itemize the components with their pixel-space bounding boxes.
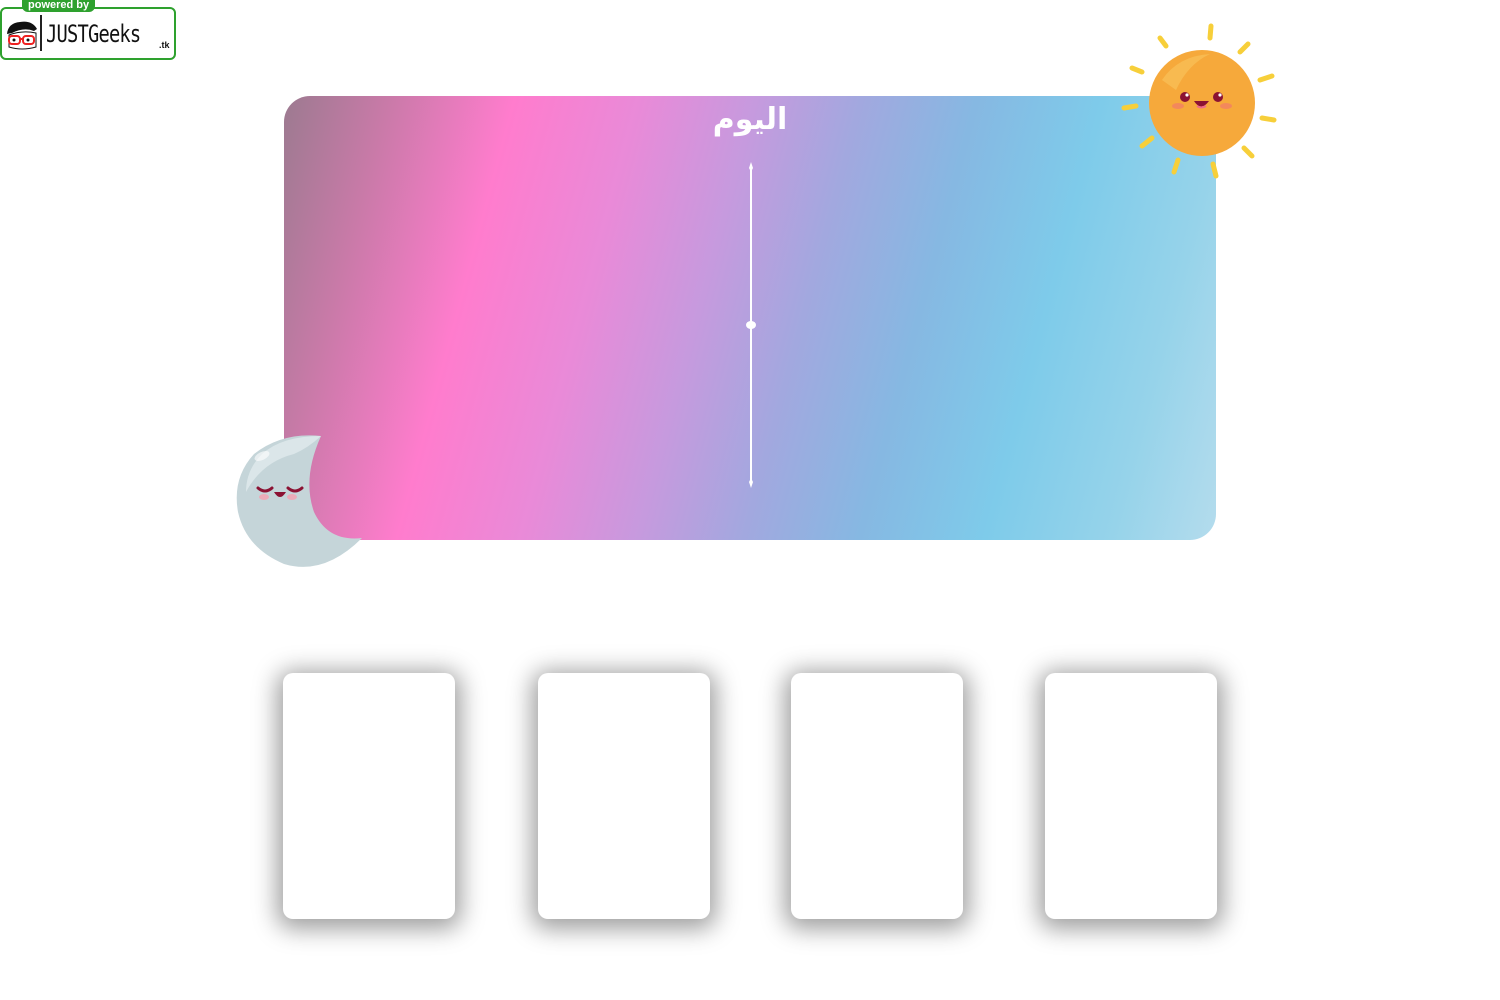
sleeping-moon-icon [236,435,362,567]
smiling-sun-icon [1121,23,1277,179]
powered-by-badge[interactable]: JUSTGeeks .tk powered by [0,0,176,60]
card-slot-1[interactable] [283,673,455,919]
badge-separator [40,15,42,51]
vertical-divider-icon [746,162,756,488]
geek-face-icon [7,21,37,50]
card-slot-4[interactable] [1045,673,1217,919]
badge-brand-text: JUSTGeeks [46,20,141,48]
card-slot-2[interactable] [538,673,710,919]
badge-tld-text: .tk [159,40,170,50]
badge-frame: JUSTGeeks .tk [0,7,176,60]
page: JUSTGeeks .tk powered by اليوم [0,0,1500,1000]
card-slot-3[interactable] [791,673,963,919]
badge-powered-label: powered by [22,0,96,12]
